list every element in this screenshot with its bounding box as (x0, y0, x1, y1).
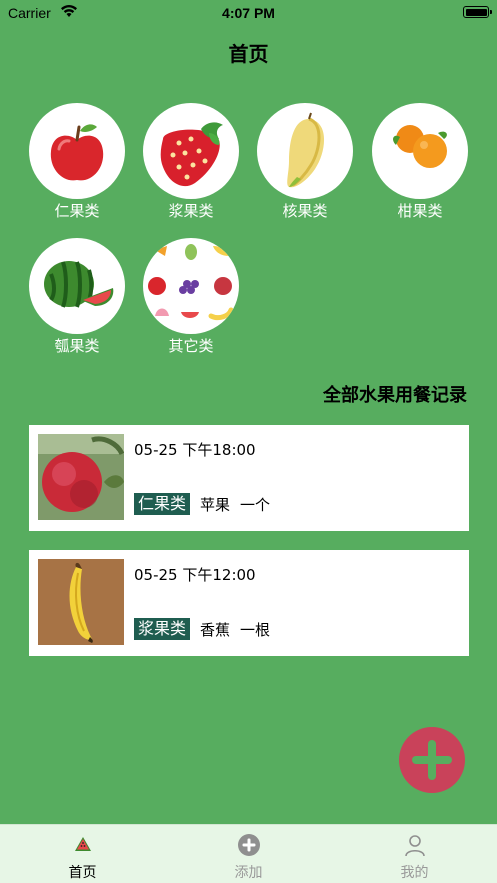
fruit-name: 香蕉 (200, 620, 231, 639)
status-bar: Carrier 4:07 PM (0, 0, 497, 26)
category-tag: 浆果类 (134, 618, 191, 640)
mixed-fruits-icon (143, 238, 239, 334)
apple-icon (29, 103, 125, 199)
category-label: 核果类 (282, 202, 328, 220)
category-label: 浆果类 (168, 202, 214, 220)
record-card[interactable]: 05-25 下午18:00 仁果类 苹果 一个 (29, 425, 469, 531)
record-details: 浆果类 香蕉 一根 (134, 618, 270, 640)
banana-photo (38, 559, 124, 645)
records-section-title: 全部水果用餐记录 (323, 385, 467, 406)
apple-photo (38, 434, 124, 520)
tab-bar: 首页 添加 我的 (0, 824, 497, 883)
fruit-amount: 一个 (240, 495, 271, 514)
orange-icon (372, 103, 468, 199)
user-icon (404, 835, 425, 857)
category-label: 其它类 (168, 337, 214, 355)
record-time: 05-25 下午12:00 (134, 566, 256, 584)
record-card[interactable]: 05-25 下午12:00 浆果类 香蕉 一根 (29, 550, 469, 656)
tab-label: 添加 (234, 865, 263, 881)
category-tag: 仁果类 (134, 493, 191, 515)
add-record-button[interactable] (399, 727, 465, 793)
fruit-amount: 一根 (240, 620, 271, 639)
fruit-name: 苹果 (200, 495, 231, 514)
category-pome[interactable]: 仁果类 (22, 103, 132, 221)
record-time: 05-25 下午18:00 (134, 441, 256, 459)
strawberry-icon (143, 103, 239, 199)
tab-add[interactable]: 添加 (166, 825, 331, 883)
category-label: 仁果类 (54, 202, 100, 220)
tab-label: 首页 (68, 865, 97, 881)
category-melon[interactable]: 瓠果类 (22, 238, 132, 356)
category-other[interactable]: 其它类 (136, 238, 246, 356)
tab-profile[interactable]: 我的 (332, 825, 497, 883)
status-time: 4:07 PM (222, 5, 275, 21)
mango-icon (257, 103, 353, 199)
watermelon-slice-icon (74, 837, 91, 851)
add-circle-icon (237, 834, 260, 856)
plus-icon (412, 740, 452, 780)
category-citrus[interactable]: 柑果类 (365, 103, 475, 221)
page-title: 首页 (228, 42, 269, 66)
tab-home[interactable]: 首页 (0, 825, 165, 883)
category-berry[interactable]: 浆果类 (136, 103, 246, 221)
record-details: 仁果类 苹果 一个 (134, 493, 270, 515)
category-label: 瓠果类 (54, 337, 100, 355)
battery-icon (463, 6, 492, 18)
category-drupe[interactable]: 核果类 (250, 103, 360, 221)
category-label: 柑果类 (397, 202, 443, 220)
tab-label: 我的 (400, 865, 429, 881)
watermelon-icon (29, 238, 125, 334)
